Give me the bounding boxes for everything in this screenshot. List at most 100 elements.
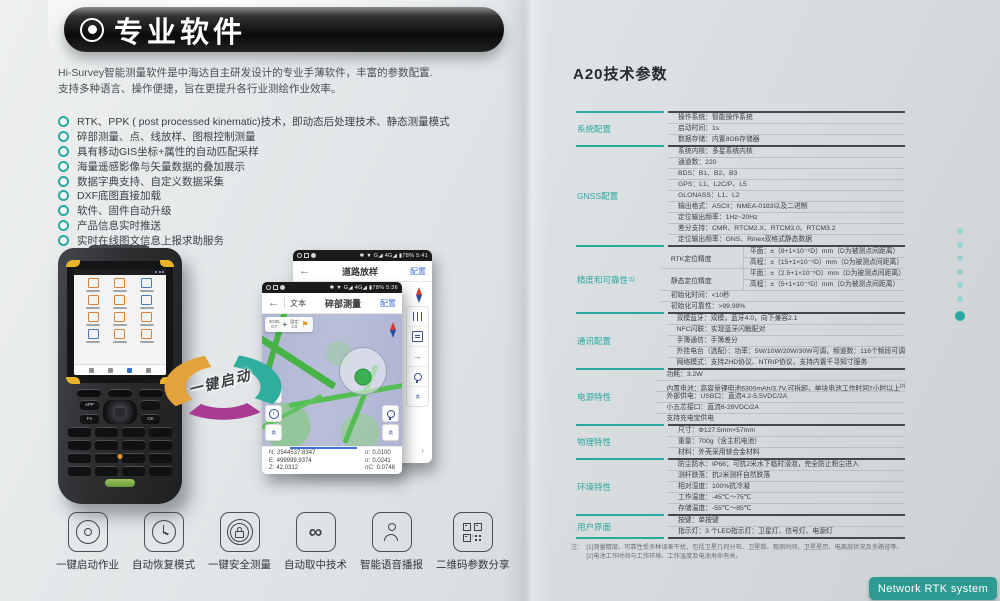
spec-value: 定位输出频率：1Hz~20Hz — [668, 212, 905, 223]
spec-value: 高程：±（15+1×10⁻⁶D）mm（D为被测点间距离） — [744, 257, 905, 268]
tab-icon[interactable] — [89, 368, 94, 373]
app-glyph — [88, 312, 99, 322]
app-icon[interactable] — [107, 295, 134, 309]
app-icon[interactable] — [107, 312, 134, 326]
teal-dot-large — [955, 311, 965, 321]
tab-icon-active[interactable] — [127, 368, 132, 373]
numeric-key[interactable] — [122, 440, 145, 450]
lane-lines-icon[interactable] — [407, 307, 428, 326]
spec-value: 支持充电宝供电 — [656, 413, 905, 424]
text-mode-tab[interactable]: 文本 — [290, 298, 306, 309]
feature-label: 自动恢复模式 — [132, 557, 195, 572]
collapse-button[interactable]: » — [382, 424, 399, 441]
spec-value: 初始化可靠性：>99.99% — [661, 301, 905, 312]
app-glyph — [114, 312, 125, 322]
decorative-dot-column — [955, 228, 965, 321]
back-arrow-icon[interactable]: ← — [268, 298, 279, 309]
bullet-icon — [58, 235, 69, 246]
numeric-key[interactable] — [122, 427, 145, 437]
numeric-key[interactable] — [149, 453, 172, 463]
survey-form-icon[interactable] — [407, 326, 428, 346]
auto-recovery-icon — [144, 512, 184, 552]
dpad[interactable] — [103, 400, 137, 424]
numeric-key[interactable] — [95, 466, 118, 476]
app-icon[interactable] — [133, 312, 160, 326]
config-button[interactable]: 配置 — [410, 266, 426, 277]
numeric-key[interactable] — [95, 453, 118, 463]
peg-light-icon[interactable] — [407, 366, 428, 386]
feature-label: 智能语音播报 — [360, 557, 423, 572]
numeric-key[interactable] — [149, 466, 172, 476]
spec-rows: 防尘防水：IP68；可抗2米水下临时浸泡，完全防止粉尘进入测杆跌落：抗2米测杆自… — [668, 460, 905, 514]
tab-icon[interactable] — [146, 368, 151, 373]
tab-icon[interactable] — [108, 368, 113, 373]
app-icon[interactable] — [133, 278, 160, 292]
phone-statusbar: ✱ ▼ G◢ 4G◢ ▮78% 5:36 — [262, 282, 402, 293]
app-icon[interactable] — [80, 312, 107, 326]
app-label-bar — [86, 341, 100, 344]
numeric-key[interactable] — [95, 440, 118, 450]
app-key[interactable]: APP — [80, 400, 99, 410]
fn-key[interactable]: Fn — [80, 414, 99, 424]
spec-value: 相对湿度：100%抗冷凝 — [668, 481, 905, 492]
spec-rows: 双模蓝牙：双模，蓝牙4.0，向下兼容2.1NFC闪联：实现蓝牙闪触配对手簿通信：… — [667, 314, 905, 368]
app-icon[interactable] — [107, 329, 134, 343]
spec-value: BDS：B1、B2、B3 — [668, 168, 905, 179]
screen-title: 碎部测量 — [306, 297, 380, 310]
app-icon[interactable] — [133, 295, 160, 309]
spec-value: 测杆跌落：抗2米测杆自然跌落 — [668, 470, 905, 481]
spec-value: 按键：单按键 — [668, 516, 905, 526]
divider-teal-segment — [576, 537, 664, 539]
north-value: 2544537.8347 — [277, 450, 315, 456]
config-button[interactable]: 配置 — [380, 298, 396, 309]
app-icon[interactable] — [80, 329, 107, 343]
feature-item: 碎部测量、点、线放样、图根控制测量 — [58, 129, 450, 144]
map-tool-panel: → » — [406, 306, 429, 407]
numeric-key[interactable] — [95, 427, 118, 437]
sigma2-value: 0.0241 — [372, 458, 390, 464]
bullseye-icon — [80, 18, 104, 42]
numeric-key[interactable] — [68, 440, 91, 450]
spec-value: 操作系统：智能操作系统 — [668, 113, 905, 123]
app-icon[interactable] — [107, 278, 134, 292]
stake-arrow-icon[interactable]: → — [407, 346, 428, 366]
soft-key[interactable] — [108, 389, 132, 397]
app-label-bar — [113, 341, 127, 344]
numeric-key[interactable] — [122, 453, 145, 463]
feature-text: 产品信息实时推送 — [77, 218, 161, 233]
spec-category: 系统配置 — [571, 113, 668, 145]
spec-notes: 注： [1]测量精度、可靠性受多种误差干扰，包括卫星几何分布、卫星数、观测时间、… — [571, 543, 903, 561]
spec-category: 物理特性 — [571, 426, 668, 458]
spec-value: 防尘防水：IP68；可抗2米水下临时浸泡，完全防止粉尘进入 — [668, 460, 905, 470]
compass-icon — [389, 322, 397, 339]
soft-key[interactable] — [77, 389, 101, 397]
spec-value: 初始化时间：<10秒 — [661, 290, 905, 301]
statusbar-right-text: ✱ ▼ G◢ 4G◢ ▮78% 5:41 — [359, 253, 428, 259]
app-icon[interactable] — [80, 278, 107, 292]
spec-category: 用户界面 — [571, 516, 668, 537]
feature-label: 二维码参数分享 — [436, 557, 510, 572]
numeric-key[interactable] — [68, 453, 91, 463]
numeric-key[interactable] — [149, 440, 172, 450]
category-label: 系统配置 — [577, 123, 611, 135]
more-arrow-icon[interactable]: › — [421, 445, 424, 455]
numeric-key[interactable] — [68, 466, 91, 476]
spec-rows: RTK定位精度平面：±（8+1×10⁻⁶D）mm（D为被测点间距离）高程：±（1… — [661, 247, 905, 312]
feature-text: 数据字典支持、自定义数据采集 — [77, 174, 224, 189]
spec-value: 外部供电：USB口：直流4.2-5.5VDC/2A — [656, 391, 905, 402]
compass-icon — [415, 287, 423, 304]
spec-rows: 按键：单按键指示灯：3 个LED指示灯：卫星灯、信号灯、电源灯 — [668, 516, 905, 537]
peg-light-button[interactable] — [382, 405, 399, 422]
numeric-key[interactable] — [68, 427, 91, 437]
statusbar-left-icons — [266, 285, 285, 290]
power-key[interactable] — [105, 479, 135, 487]
sigma1-value: 0.0100 — [372, 450, 390, 456]
collapse-chevron-icon[interactable]: » — [407, 386, 428, 406]
device-app-grid — [74, 275, 166, 343]
bullet-icon — [58, 205, 69, 216]
numeric-key[interactable] — [122, 466, 145, 476]
back-arrow-icon[interactable]: ← — [299, 266, 310, 277]
feature-auto-recovery: 自动恢复模式 — [132, 512, 195, 572]
bullet-icon — [58, 220, 69, 231]
app-icon[interactable] — [80, 295, 107, 309]
